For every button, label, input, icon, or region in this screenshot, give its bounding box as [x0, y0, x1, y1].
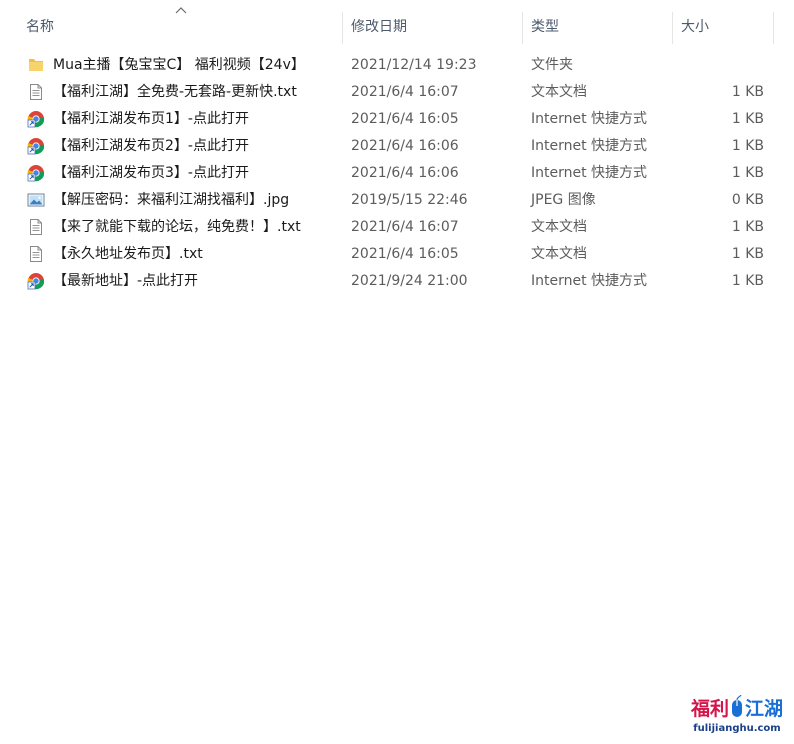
file-row[interactable]: 【来了就能下载的论坛，纯免费！】.txt 2021/6/4 16:07 文本文档…: [0, 214, 794, 241]
file-date: 2021/6/4 16:05: [351, 246, 459, 262]
file-date: 2021/6/4 16:06: [351, 138, 459, 154]
file-type: 文本文档: [531, 246, 587, 262]
file-date: 2021/6/4 16:06: [351, 165, 459, 181]
file-date: 2021/6/4 16:07: [351, 84, 459, 100]
file-date: 2021/9/24 21:00: [351, 273, 468, 289]
file-name: 【来了就能下载的论坛，纯免费！】.txt: [53, 219, 301, 235]
file-size: 0 KB: [731, 192, 764, 208]
text-file-icon: [30, 246, 42, 262]
file-date: 2021/12/14 19:23: [351, 57, 477, 73]
file-size: 1 KB: [731, 273, 764, 289]
column-divider[interactable]: [773, 12, 774, 44]
file-date: 2021/6/4 16:05: [351, 111, 459, 127]
column-header-date[interactable]: 修改日期: [343, 0, 523, 52]
image-file-icon: [27, 193, 45, 207]
watermark-title: 福利 江湖: [690, 692, 784, 722]
file-row[interactable]: 【福利江湖发布页1】-点此打开 2021/6/4 16:05 Internet …: [0, 106, 794, 133]
file-size: 1 KB: [731, 165, 764, 181]
folder-icon: [29, 59, 43, 71]
internet-shortcut-icon: [27, 165, 45, 182]
internet-shortcut-icon: [27, 111, 45, 128]
file-row[interactable]: 【解压密码：来福利江湖找福利】.jpg 2019/5/15 22:46 JPEG…: [0, 187, 794, 214]
file-size: 1 KB: [731, 138, 764, 154]
file-size: 1 KB: [731, 246, 764, 262]
file-row[interactable]: Mua主播【兔宝宝C】 福利视频【24v】 2021/12/14 19:23 文…: [0, 52, 794, 79]
file-row[interactable]: 【最新地址】-点此打开 2021/9/24 21:00 Internet 快捷方…: [0, 268, 794, 295]
file-date: 2019/5/15 22:46: [351, 192, 468, 208]
internet-shortcut-icon: [27, 138, 45, 155]
watermark-logo: 福利 江湖 fulijianghu.com: [690, 692, 784, 740]
text-file-icon: [30, 219, 42, 235]
file-name: 【福利江湖】全免费-无套路-更新快.txt: [53, 84, 297, 100]
column-header-size[interactable]: 大小: [673, 0, 773, 52]
file-list: Mua主播【兔宝宝C】 福利视频【24v】 2021/12/14 19:23 文…: [0, 52, 794, 295]
file-type: Internet 快捷方式: [531, 273, 648, 289]
watermark-title-part2: 江湖: [745, 697, 784, 720]
text-file-icon: [30, 84, 42, 100]
file-name: 【最新地址】-点此打开: [53, 273, 199, 289]
file-row[interactable]: 【永久地址发布页】.txt 2021/6/4 16:05 文本文档 1 KB: [0, 241, 794, 268]
file-name: Mua主播【兔宝宝C】 福利视频【24v】: [53, 57, 305, 73]
file-size: 1 KB: [731, 84, 764, 100]
file-date: 2021/6/4 16:07: [351, 219, 459, 235]
file-name: 【福利江湖发布页3】-点此打开: [53, 165, 249, 181]
file-name: 【福利江湖发布页2】-点此打开: [53, 138, 249, 154]
column-header-bar: 名称 修改日期 类型 大小: [0, 0, 794, 52]
file-type: Internet 快捷方式: [531, 138, 648, 154]
watermark-title-part1: 福利: [690, 697, 729, 720]
watermark-url: fulijianghu.com: [693, 723, 781, 734]
file-row[interactable]: 【福利江湖发布页3】-点此打开 2021/6/4 16:06 Internet …: [0, 160, 794, 187]
file-type: 文本文档: [531, 84, 587, 100]
file-row[interactable]: 【福利江湖发布页2】-点此打开 2021/6/4 16:06 Internet …: [0, 133, 794, 160]
file-type: Internet 快捷方式: [531, 165, 648, 181]
file-name: 【解压密码：来福利江湖找福利】.jpg: [53, 192, 290, 208]
file-type: JPEG 图像: [531, 192, 596, 208]
file-size: 1 KB: [731, 219, 764, 235]
mouse-icon: [732, 695, 742, 717]
column-header-type[interactable]: 类型: [523, 0, 673, 52]
file-name: 【永久地址发布页】.txt: [53, 246, 203, 262]
file-type: Internet 快捷方式: [531, 111, 648, 127]
file-row[interactable]: 【福利江湖】全免费-无套路-更新快.txt 2021/6/4 16:07 文本文…: [0, 79, 794, 106]
internet-shortcut-icon: [27, 273, 45, 290]
file-explorer: 名称 修改日期 类型 大小 Mua主播【兔宝宝C】 福利视频【24v】 2021…: [0, 0, 794, 744]
file-type: 文本文档: [531, 219, 587, 235]
file-name: 【福利江湖发布页1】-点此打开: [53, 111, 249, 127]
file-size: 1 KB: [731, 111, 764, 127]
column-header-name[interactable]: 名称: [18, 0, 342, 52]
file-type: 文件夹: [531, 57, 573, 73]
